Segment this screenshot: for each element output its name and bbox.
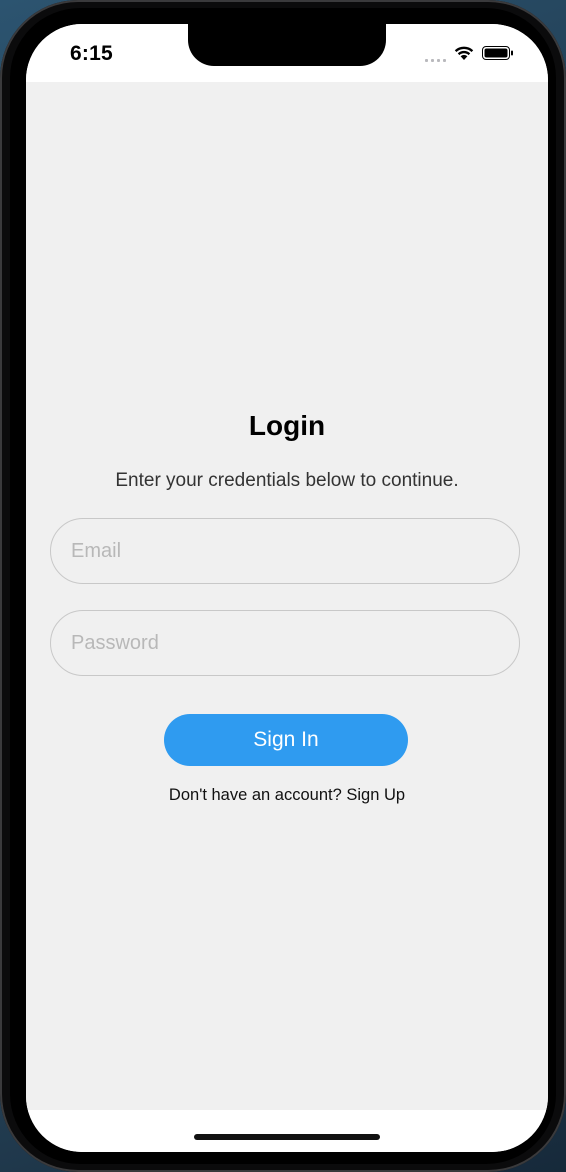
camera-notch — [188, 24, 386, 66]
status-bar: 6:15 — [26, 24, 548, 82]
cellular-signal-icon — [425, 44, 446, 62]
page-subtitle: Enter your credentials below to continue… — [115, 470, 459, 491]
email-field[interactable] — [50, 518, 520, 584]
sign-up-link[interactable]: Don't have an account? Sign Up — [26, 786, 548, 805]
password-field[interactable] — [50, 610, 520, 676]
home-indicator[interactable] — [194, 1134, 380, 1140]
status-icons — [425, 44, 514, 62]
login-screen: Login Enter your credentials below to co… — [26, 82, 548, 1110]
sign-in-button[interactable]: Sign In — [164, 714, 408, 766]
home-indicator-area — [26, 1110, 548, 1152]
phone-screen: 6:15 Login Enter your credentials below … — [26, 24, 548, 1152]
wifi-icon — [454, 46, 474, 60]
battery-icon — [482, 46, 513, 60]
status-time: 6:15 — [70, 42, 113, 65]
page-title: Login — [248, 410, 326, 441]
